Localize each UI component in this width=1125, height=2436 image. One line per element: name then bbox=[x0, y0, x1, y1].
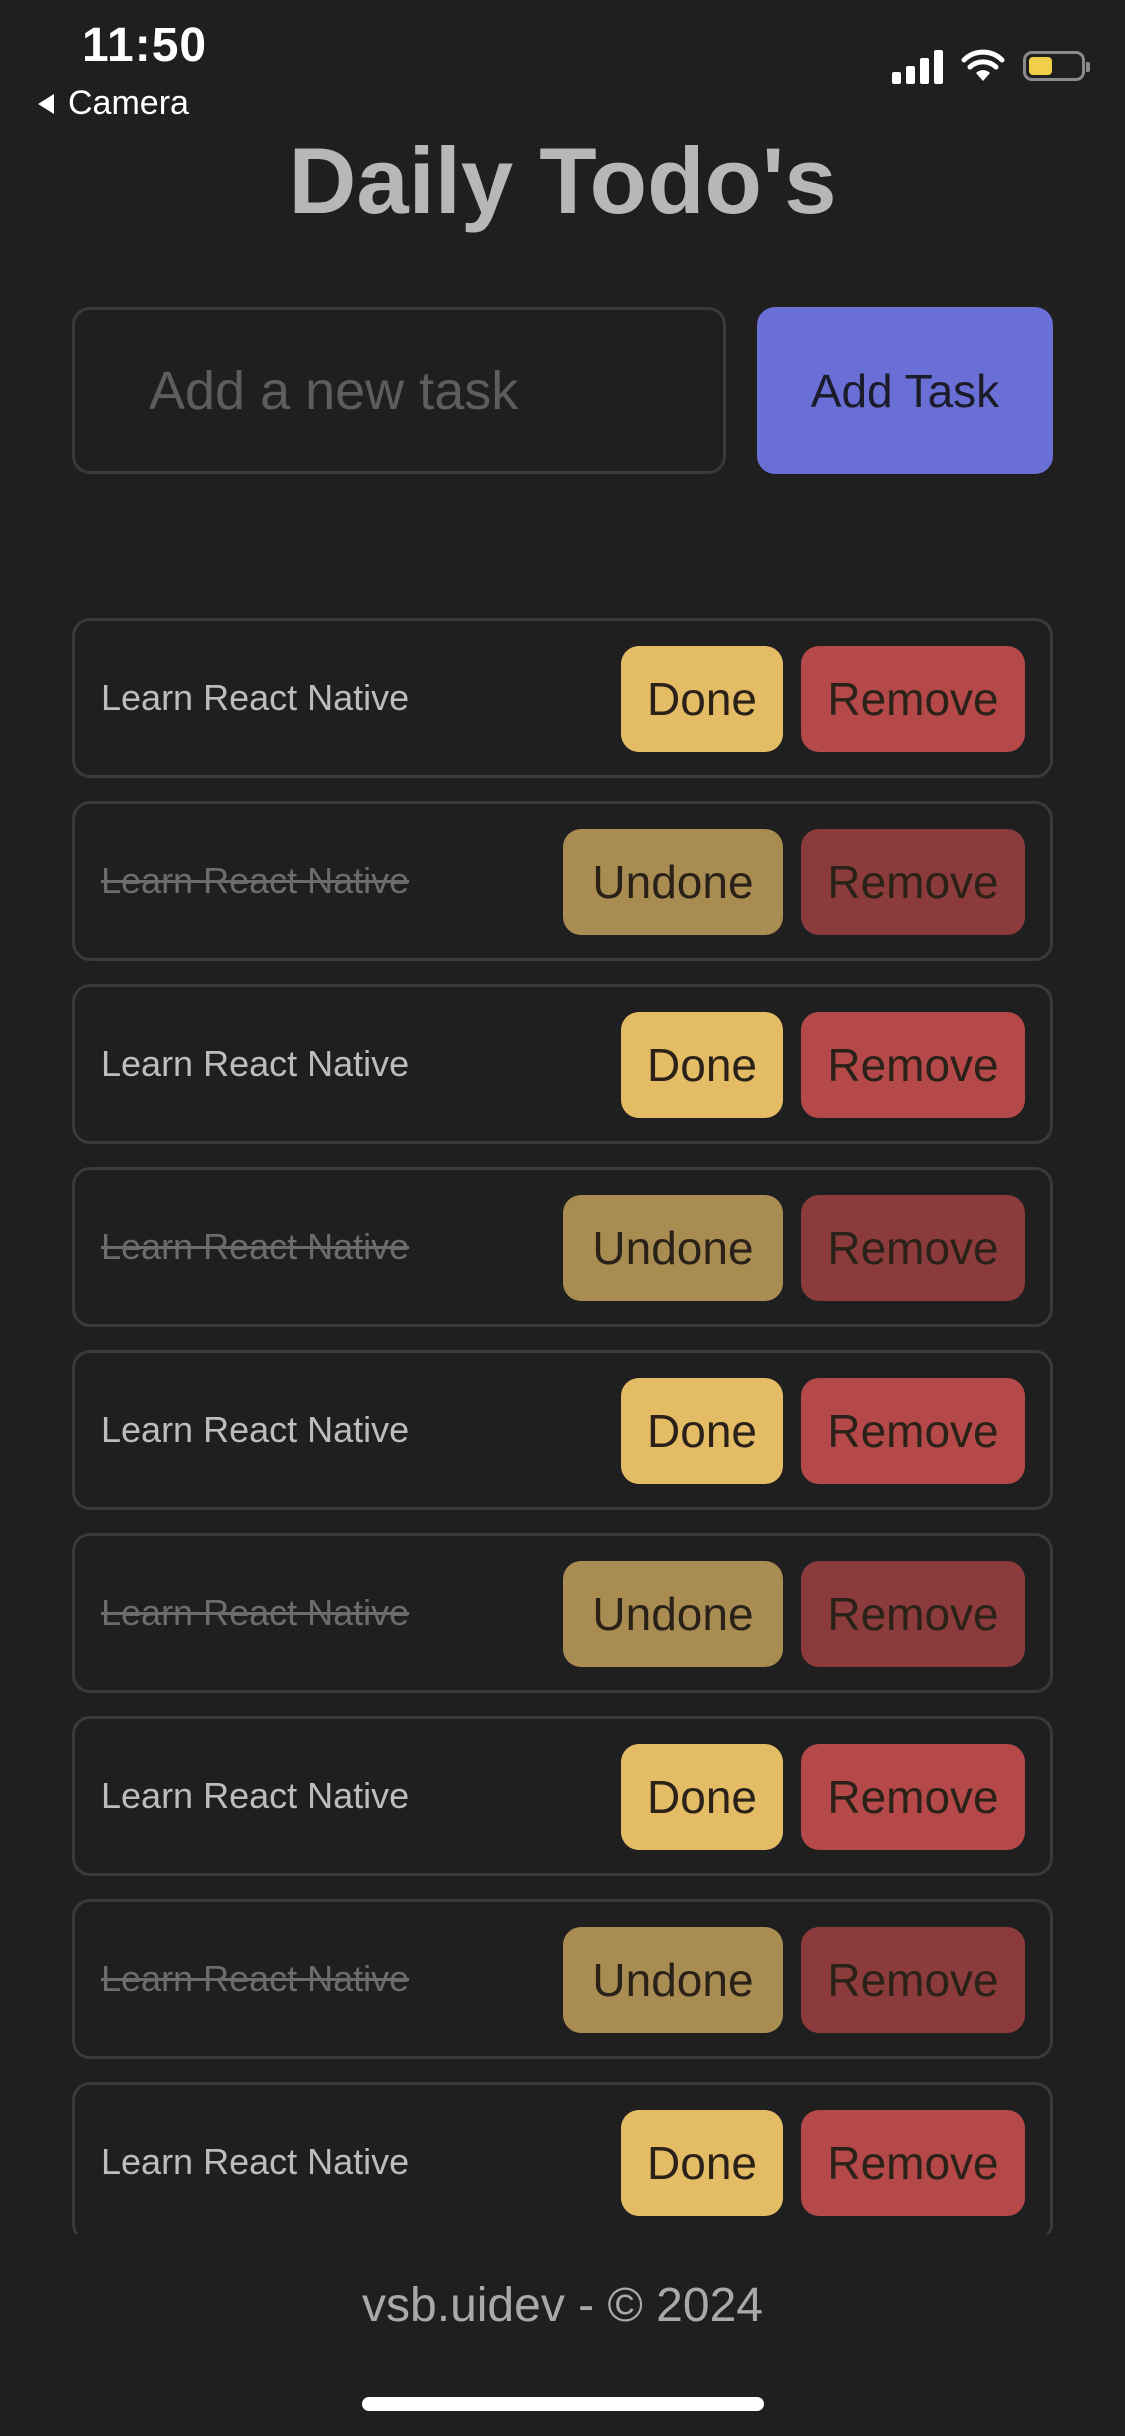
remove-button[interactable]: Remove bbox=[801, 1744, 1025, 1850]
done-button[interactable]: Done bbox=[621, 1012, 783, 1118]
task-row: Learn React Native Done Remove bbox=[72, 2082, 1053, 2234]
footer-credit: vsb.uidev - © 2024 bbox=[362, 2279, 763, 2332]
task-text: Learn React Native bbox=[101, 1775, 410, 1816]
remove-button[interactable]: Remove bbox=[801, 1378, 1025, 1484]
remove-button[interactable]: Remove bbox=[801, 2110, 1025, 2216]
task-row: Learn React Native Done Remove bbox=[72, 984, 1053, 1144]
status-bar: 11:50 Camera bbox=[0, 0, 1125, 130]
task-row: Learn React Native Undone Remove bbox=[72, 1899, 1053, 2059]
remove-button[interactable]: Remove bbox=[801, 1927, 1025, 2033]
task-row: Learn React Native Undone Remove bbox=[72, 1167, 1053, 1327]
task-text: Learn React Native bbox=[101, 677, 410, 718]
task-row: Learn React Native Done Remove bbox=[72, 618, 1053, 778]
add-task-button[interactable]: Add Task bbox=[757, 307, 1053, 474]
remove-button[interactable]: Remove bbox=[801, 1561, 1025, 1667]
done-button[interactable]: Done bbox=[621, 1744, 783, 1850]
new-task-input[interactable] bbox=[72, 307, 726, 474]
undone-button[interactable]: Undone bbox=[563, 1195, 783, 1301]
task-text: Learn React Native bbox=[101, 1592, 410, 1633]
back-to-camera-link[interactable]: Camera bbox=[38, 84, 189, 123]
undone-button[interactable]: Undone bbox=[563, 1927, 783, 2033]
home-indicator[interactable] bbox=[362, 2397, 764, 2411]
remove-button[interactable]: Remove bbox=[801, 829, 1025, 935]
task-text: Learn React Native bbox=[101, 1409, 410, 1450]
status-time: 11:50 bbox=[82, 19, 208, 72]
task-row: Learn React Native Undone Remove bbox=[72, 801, 1053, 961]
battery-icon bbox=[1023, 51, 1090, 81]
back-arrow-icon bbox=[38, 93, 54, 114]
task-text: Learn React Native bbox=[101, 1958, 410, 1999]
done-button[interactable]: Done bbox=[621, 646, 783, 752]
remove-button[interactable]: Remove bbox=[801, 1012, 1025, 1118]
task-text: Learn React Native bbox=[101, 1226, 410, 1267]
page-title: Daily Todo's bbox=[288, 128, 837, 233]
task-text: Learn React Native bbox=[101, 860, 410, 901]
task-text: Learn React Native bbox=[101, 1043, 410, 1084]
back-link-label: Camera bbox=[68, 84, 189, 122]
status-icons bbox=[892, 48, 1090, 84]
remove-button[interactable]: Remove bbox=[801, 1195, 1025, 1301]
wifi-icon bbox=[961, 49, 1005, 81]
task-list[interactable]: Learn React Native Done Remove Learn React … bbox=[72, 618, 1053, 2234]
done-button[interactable]: Done bbox=[621, 1378, 783, 1484]
task-text: Learn React Native bbox=[101, 2141, 410, 2182]
done-button[interactable]: Done bbox=[621, 2110, 783, 2216]
task-row: Learn React Native Done Remove bbox=[72, 1716, 1053, 1876]
undone-button[interactable]: Undone bbox=[563, 829, 783, 935]
signal-icon bbox=[892, 48, 943, 84]
task-row: Learn React Native Undone Remove bbox=[72, 1533, 1053, 1693]
task-row: Learn React Native Done Remove bbox=[72, 1350, 1053, 1510]
undone-button[interactable]: Undone bbox=[563, 1561, 783, 1667]
remove-button[interactable]: Remove bbox=[801, 646, 1025, 752]
